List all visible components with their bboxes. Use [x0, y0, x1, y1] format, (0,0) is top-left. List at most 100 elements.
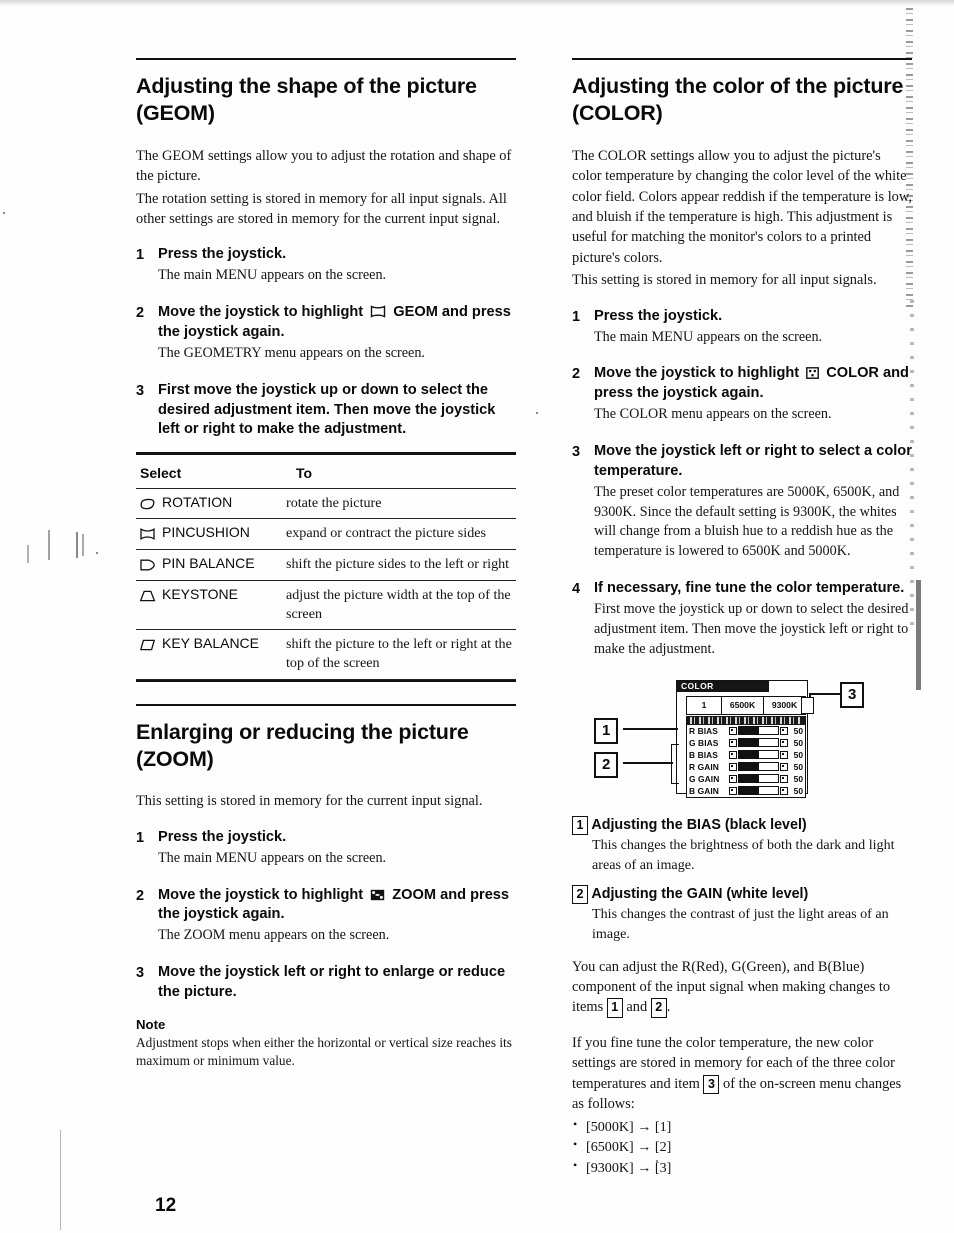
- osd-row-value: 50: [793, 761, 803, 772]
- osd-tab-cursor: [801, 696, 814, 714]
- step-title: Press the joystick.: [594, 307, 723, 324]
- scan-artifact-margin-1: [48, 530, 50, 560]
- step-description: First move the joystick up or down to se…: [594, 601, 909, 657]
- osd-slider[interactable]: [738, 762, 779, 772]
- scan-speck-3: [536, 412, 538, 414]
- osd-slider[interactable]: [738, 726, 779, 736]
- note-text: Adjustment stops when either the horizon…: [136, 1034, 512, 1069]
- osd-callout-3: 3: [840, 681, 865, 708]
- zoom-step-2: 2 Move the joystick to highlight ZOOM an…: [136, 886, 516, 947]
- osd-slider[interactable]: [738, 750, 779, 760]
- fine-tune-note: If you fine tune the color temperature, …: [572, 1033, 912, 1115]
- geom-step-1: 1 Press the joystick. The main MENU appe…: [136, 245, 516, 286]
- inline-callout-3-ref: 3: [703, 1074, 720, 1095]
- osd-row-value: 50: [793, 773, 803, 784]
- osd-increase-arrow-icon[interactable]: [780, 762, 788, 771]
- osd-decrease-arrow-icon[interactable]: [729, 774, 737, 783]
- scan-artifact-right-bar: [916, 580, 921, 690]
- osd-callout-2-leader: [623, 761, 673, 764]
- osd-row-g-gain[interactable]: G GAIN 50: [687, 773, 805, 785]
- color-step-2: 2 Move the joystick to highlight COLOR a…: [572, 364, 912, 425]
- zoom-step-1: 1 Press the joystick. The main MENU appe…: [136, 828, 516, 869]
- color-intro-paragraph-1: The COLOR settings allow you to adjust t…: [572, 147, 912, 266]
- osd-slider[interactable]: [738, 786, 779, 796]
- select-label: KEYSTONE: [162, 585, 238, 602]
- gain-definition: 2 Adjusting the GAIN (white level) This …: [572, 884, 912, 945]
- table-header-to: To: [286, 458, 516, 489]
- osd-increase-arrow-icon[interactable]: [780, 774, 788, 783]
- step-title: If necessary, fine tune the color temper…: [594, 580, 905, 597]
- osd-increase-arrow-icon[interactable]: [780, 738, 788, 747]
- table-row: PIN BALANCE shift the picture sides to t…: [136, 549, 516, 581]
- table-cell-select: PINCUSHION: [136, 518, 286, 551]
- osd-slider[interactable]: [738, 738, 779, 748]
- scan-speck-1: [3, 212, 5, 214]
- osd-decrease-arrow-icon[interactable]: [729, 726, 737, 735]
- geom-intro-paragraph-2: The rotation setting is stored in memory…: [136, 190, 507, 227]
- gain-definition-body: This changes the contrast of just the li…: [592, 906, 889, 942]
- scan-artifact-margin-2: [76, 532, 78, 558]
- osd-callout-3-leader-vertical: [809, 692, 811, 698]
- osd-row-r-gain[interactable]: R GAIN 50: [687, 761, 805, 773]
- bias-heading-text: Adjusting the BIAS (black level): [591, 816, 807, 833]
- step-number: 3: [136, 965, 145, 982]
- osd-increase-arrow-icon[interactable]: [780, 786, 788, 795]
- inline-callout-1: 1: [572, 815, 588, 836]
- pin-balance-icon: [139, 559, 156, 571]
- bias-definition-body: This changes the brightness of both the …: [592, 837, 895, 873]
- scan-artifact-margin-3: [82, 534, 84, 556]
- keystone-icon: [139, 590, 156, 602]
- scan-artifact-margin-4: [27, 545, 29, 563]
- osd-row-b-gain[interactable]: B GAIN 50: [687, 785, 805, 797]
- page-number: 12: [155, 1195, 177, 1216]
- osd-row-label: R BIAS: [689, 725, 718, 736]
- step-number: 2: [136, 887, 145, 904]
- step-title: Move the joystick to highlight GEOM and …: [158, 303, 516, 343]
- select-label: KEY BALANCE: [162, 635, 260, 652]
- select-label: ROTATION: [162, 493, 233, 510]
- osd-slider[interactable]: [738, 774, 779, 784]
- rgb-note-period: .: [666, 999, 671, 1016]
- list-item: [5000K] → [1]: [572, 1116, 912, 1137]
- section-rule-zoom: [136, 704, 516, 706]
- osd-temperature-tabs: 1 6500K 9300K: [686, 695, 806, 715]
- zoom-note: Note Adjustment stops when either the ho…: [136, 1017, 516, 1070]
- select-label: PIN BALANCE: [162, 555, 255, 572]
- table-row: PINCUSHION expand or contract the pictur…: [136, 518, 516, 551]
- color-intro-paragraph-2: This setting is stored in memory for all…: [572, 272, 877, 289]
- osd-tab-6500k[interactable]: 6500K: [721, 696, 763, 714]
- osd-decrease-arrow-icon[interactable]: [729, 738, 737, 747]
- scan-edge-shadow: [0, 0, 954, 6]
- osd-row-label: B BIAS: [689, 749, 718, 760]
- osd-increase-arrow-icon[interactable]: [780, 750, 788, 759]
- osd-increase-arrow-icon[interactable]: [780, 726, 788, 735]
- step-description: The ZOOM menu appears on the screen.: [158, 927, 390, 944]
- page-title-zoom: Enlarging or reducing the picture (ZOOM): [136, 719, 469, 772]
- osd-tab-selected[interactable]: 1: [687, 697, 721, 714]
- inline-callout-2-ref: 2: [650, 998, 667, 1018]
- step-number: 3: [136, 382, 145, 399]
- osd-row-g-bias[interactable]: G BIAS 50: [687, 737, 805, 749]
- osd-decrease-arrow-icon[interactable]: [729, 750, 737, 759]
- osd-tab-9300k[interactable]: 9300K: [763, 696, 805, 714]
- step-description: The COLOR menu appears on the screen.: [594, 406, 832, 423]
- rgb-note-and: and: [626, 999, 648, 1016]
- step-title: Move the joystick to highlight ZOOM and …: [158, 886, 516, 926]
- scan-artifact-spine: [60, 1130, 61, 1230]
- osd-row-r-bias[interactable]: R BIAS 50: [687, 725, 805, 737]
- osd-row-value: 50: [793, 785, 803, 796]
- osd-window: COLOR 1 6500K 9300K R BIAS 50 G BIAS 50 …: [676, 679, 814, 798]
- geom-pincushion-icon: [370, 305, 386, 318]
- osd-callout-2: 2: [594, 751, 619, 778]
- osd-row-b-bias[interactable]: B BIAS 50: [687, 749, 805, 761]
- table-header-select: Select: [136, 458, 286, 489]
- table-top-rule: [136, 452, 516, 455]
- key-balance-icon: [139, 639, 156, 651]
- rgb-component-note: You can adjust the R(Red), G(Green), and…: [572, 957, 912, 1018]
- osd-decrease-arrow-icon[interactable]: [729, 786, 737, 795]
- step-title: Move the joystick to highlight COLOR and…: [594, 364, 912, 404]
- osd-decrease-arrow-icon[interactable]: [729, 762, 737, 771]
- list-item: [6500K] → [2]: [572, 1136, 912, 1157]
- table-cell-select: ROTATION: [136, 488, 286, 520]
- inline-callout-2: 2: [572, 884, 588, 905]
